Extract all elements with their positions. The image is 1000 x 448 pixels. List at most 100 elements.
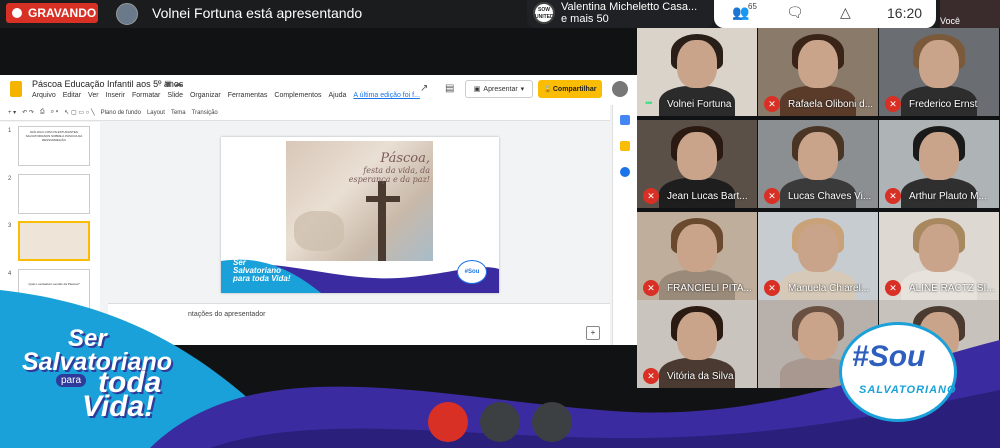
thumb-text: DIÁLOGO COM OS ESTUDANTES SALVATORIANOS …	[25, 130, 83, 142]
participant-tile[interactable]: ••• Volnei Fortuna	[637, 28, 757, 116]
meet-window: GRAVANDO Volnei Fortuna está apresentand…	[0, 0, 1000, 448]
star-icon[interactable]: ☆ ▣ ☁	[155, 79, 182, 88]
thumb-number: 3	[8, 223, 12, 229]
participant-face	[677, 224, 717, 272]
slide-thumbnail[interactable]	[18, 174, 90, 214]
menu-edit[interactable]: Editar	[63, 92, 81, 99]
undo-icon[interactable]: ↶ ↷	[22, 109, 34, 116]
toolbar-layout[interactable]: Layout	[147, 110, 165, 116]
participant-name: Volnei Fortuna	[667, 99, 732, 110]
speaking-indicator-icon: •••	[645, 98, 653, 108]
participant-pill[interactable]: SOW UNITED Valentina Micheletto Casa... …	[527, 0, 713, 28]
participant-face	[919, 40, 959, 88]
thumb-number: 1	[8, 128, 12, 134]
record-dot-icon	[12, 8, 22, 18]
mic-off-icon: ✕	[764, 188, 780, 204]
tasks-icon[interactable]	[620, 167, 630, 177]
menu-insert[interactable]: Inserir	[106, 92, 125, 99]
slides-header: Páscoa Educação Infantil aos 5º anos ☆ ▣…	[0, 75, 637, 105]
editor-toolbar: + ▾ ↶ ↷ ⎙ ⌕ ▾ ↖ ▢ ▭ ○ ╲ Plano de fundo L…	[0, 105, 610, 121]
select-icon[interactable]: ↖ ▢ ▭ ○ ╲	[64, 109, 94, 116]
participant-name: Rafaela Oliboni d...	[788, 99, 874, 110]
activities-icon[interactable]: △	[840, 4, 851, 21]
share-label: Compartilhar	[552, 85, 597, 93]
menu-help[interactable]: Ajuda	[328, 92, 346, 99]
people-icon[interactable]: 👥	[732, 4, 749, 21]
slide-canvas-area: Páscoa, festa da vida, da esperança e da…	[108, 122, 610, 302]
participant-face	[798, 40, 838, 88]
menu-format[interactable]: Formatar	[132, 92, 160, 99]
thumb-text: Qual o verdadeiro sentido da Páscoa?	[28, 282, 80, 286]
thumb-text	[20, 223, 88, 229]
print-icon[interactable]: ⎙	[40, 109, 45, 116]
mic-off-icon: ✕	[643, 188, 659, 204]
menu-bar: Arquivo Editar Ver Inserir Formatar Slid…	[32, 92, 420, 99]
self-view-label: Você	[940, 16, 961, 26]
slide-sou-logo: #Sou	[457, 260, 487, 284]
slide-brand-logo: Ser Salvatoriano para toda Vida!	[233, 258, 291, 283]
recording-label: GRAVANDO	[28, 6, 97, 20]
share-button[interactable]: 🔒 Compartilhar	[538, 80, 602, 98]
activity-trend-icon[interactable]: ↗	[420, 83, 428, 94]
camera-button[interactable]	[480, 402, 520, 442]
chevron-down-icon: ▾	[520, 86, 525, 93]
menu-view[interactable]: Ver	[88, 92, 99, 99]
thumb-text	[19, 175, 89, 181]
cross-icon	[378, 181, 386, 261]
calendar-icon[interactable]	[620, 115, 630, 125]
present-now-button[interactable]	[532, 402, 572, 442]
participant-face	[677, 132, 717, 180]
zoom-icon[interactable]: ⌕ ▾	[51, 109, 59, 116]
clock-time: 16:20	[887, 5, 923, 21]
participant-tile[interactable]: ✕ Jean Lucas Bart...	[637, 120, 757, 208]
menu-file[interactable]: Arquivo	[32, 92, 56, 99]
mic-button[interactable]	[428, 402, 468, 442]
presenter-text: Volnei Fortuna está apresentando	[152, 5, 363, 21]
thumb-number: 4	[8, 271, 12, 277]
top-bar: GRAVANDO Volnei Fortuna está apresentand…	[0, 0, 1000, 28]
participant-tile[interactable]: ✕ Lucas Chaves Vi...	[758, 120, 878, 208]
participant-pill-more: e mais 50	[561, 13, 609, 25]
participant-name: Frederico Ernst	[909, 99, 978, 110]
participant-face	[919, 132, 959, 180]
toolbar-background[interactable]: Plano de fundo	[101, 110, 141, 116]
participant-tile[interactable]: ✕ Rafaela Oliboni d...	[758, 28, 878, 116]
participant-tile[interactable]: ✕ Arthur Plauto M...	[879, 120, 999, 208]
current-slide[interactable]: Páscoa, festa da vida, da esperança e da…	[221, 137, 499, 293]
recording-badge: GRAVANDO	[6, 3, 98, 23]
participant-tile[interactable]: ✕ ALINE RACTZ SI...	[879, 212, 999, 300]
keep-icon[interactable]	[620, 141, 630, 151]
sou-badge-title: #Sou	[852, 340, 926, 373]
thumb-number: 2	[8, 176, 12, 182]
menu-tools[interactable]: Ferramentas	[228, 92, 268, 99]
add-icon[interactable]: + ▾	[8, 109, 16, 116]
toolbar-transition[interactable]: Transição	[192, 110, 218, 116]
comment-icon[interactable]: ▤	[445, 83, 454, 94]
chat-icon[interactable]: 🗨	[786, 4, 804, 21]
participant-face	[798, 224, 838, 272]
brand-line-5: Vida!	[82, 390, 155, 423]
present-button[interactable]: ▣ Apresentar ▾	[465, 80, 533, 98]
slide-caption-title: Páscoa,	[380, 151, 430, 166]
menu-arrange[interactable]: Organizar	[190, 92, 221, 99]
participant-tile[interactable]: ✕ Manuela Chiarel...	[758, 212, 878, 300]
account-avatar[interactable]	[612, 81, 628, 97]
participant-tile[interactable]: ✕ Frederico Ernst	[879, 28, 999, 116]
participant-tile[interactable]: ✕ FRANCIELI PITA...	[637, 212, 757, 300]
lock-icon: 🔒	[543, 86, 553, 93]
easter-cross-photo: Páscoa, festa da vida, da esperança e da…	[286, 141, 433, 261]
mic-off-icon: ✕	[885, 188, 901, 204]
participant-pill-name: Valentina Micheletto Casa...	[561, 1, 698, 13]
present-label: Apresentar	[483, 85, 518, 93]
brand-line-3: para	[56, 374, 87, 387]
slides-logo-icon[interactable]	[10, 81, 22, 97]
last-edit-link[interactable]: A última edição foi f...	[353, 92, 420, 99]
slide-thumbnail[interactable]: DIÁLOGO COM OS ESTUDANTES SALVATORIANOS …	[18, 126, 90, 166]
toolbar-theme[interactable]: Tema	[171, 110, 186, 116]
menu-addons[interactable]: Complementos	[274, 92, 321, 99]
slide-thumbnail-selected[interactable]	[18, 221, 90, 261]
menu-slide[interactable]: Slide	[167, 92, 183, 99]
people-count: 65	[748, 2, 757, 11]
sou-badge-subtitle: SALVATORIANO	[859, 384, 957, 396]
participant-name: Jean Lucas Bart...	[667, 191, 748, 202]
